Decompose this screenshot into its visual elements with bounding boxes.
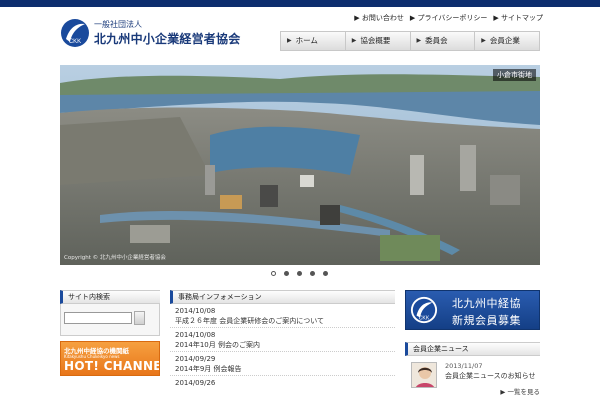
hero-caption: 小倉市街地 [493, 69, 536, 81]
news-section: 事務局インフォメーション 2014/10/08 平成２６年度 会員企業研修会のご… [170, 290, 395, 388]
utility-link-sitemap[interactable]: ▶ サイトマップ [493, 13, 543, 23]
banner-line3: HOT! CHANNEL [64, 359, 160, 373]
slide-dot-4[interactable] [310, 271, 315, 276]
nav-item-members[interactable]: ▶ 会員企業 [474, 31, 540, 51]
news-title[interactable]: 2014年10月 例会のご案内 [170, 340, 395, 352]
news-date: 2014/10/08 [175, 307, 216, 315]
news-heading: 事務局インフォメーション [170, 290, 395, 304]
utility-links: ▶ お問い合わせ ▶ プライバシーポリシー ▶ サイトマップ [354, 13, 543, 23]
logo-subtitle: 一般社団法人 [94, 20, 142, 29]
news-date: 2014/10/08 [175, 331, 216, 339]
nav-item-home[interactable]: ▶ ホーム [280, 31, 345, 51]
member-news-more-link[interactable]: ▶ 一覧を見る [500, 386, 540, 396]
logo-mark-text: CKK [69, 39, 81, 45]
person-photo-icon [412, 363, 436, 387]
search-heading: サイト内検索 [60, 290, 160, 304]
search-button[interactable] [134, 311, 145, 325]
list-item[interactable]: 2014/09/29 2014年9月 例会報告 [170, 354, 395, 376]
news-title[interactable]: 平成２６年度 会員企業研修会のご案内について [170, 316, 395, 328]
recruit-line1: 北九州中経協 [452, 297, 521, 310]
recruit-line2: 新規会員募集 [452, 314, 521, 327]
logo-title: 北九州中小企業経営者協会 [94, 32, 241, 46]
news-date: 2014/09/29 [175, 355, 216, 363]
top-accent-bar [0, 0, 600, 7]
arrow-right-icon: ▶ [351, 37, 357, 44]
utility-link-contact[interactable]: ▶ お問い合わせ [354, 13, 404, 23]
arrow-right-icon: ▶ [416, 37, 422, 44]
slideshow-pager [271, 271, 328, 276]
ckk-logo-icon: CKK [410, 296, 438, 324]
list-item[interactable]: 2014/09/26 [170, 378, 395, 388]
member-news-item[interactable]: 2013/11/07 会員企業ニュースのお知らせ ▶ 一覧を見る [405, 356, 540, 396]
arrow-right-icon: ▶ [481, 37, 486, 44]
slide-dot-3[interactable] [297, 271, 302, 276]
global-nav: ▶ ホーム ▶ 協会概要 ▶ 委員会 ▶ 会員企業 [280, 31, 540, 51]
right-sidebar: CKK 北九州中経協 新規会員募集 会員企業ニュース 2013/11/07 会員… [405, 290, 540, 396]
member-news-date: 2013/11/07 [445, 362, 483, 370]
member-news-title[interactable]: 会員企業ニュースのお知らせ [445, 371, 536, 381]
hot-channel-banner[interactable]: 北九州中経協の機関紙 Kitakyushu Chukeikyo news HOT… [60, 341, 160, 376]
search-input[interactable] [64, 312, 132, 324]
site-logo[interactable]: CKK 一般社団法人 北九州中小企業経営者協会 [60, 18, 240, 48]
slide-dot-2[interactable] [284, 271, 289, 276]
ckk-logo-icon: CKK [61, 19, 89, 47]
nav-item-about[interactable]: ▶ 協会概要 [344, 31, 410, 51]
search-box [60, 304, 160, 336]
news-date: 2014/09/26 [175, 379, 216, 387]
list-item[interactable]: 2014/10/08 平成２６年度 会員企業研修会のご案内について [170, 306, 395, 328]
news-title[interactable]: 2014年9月 例会報告 [170, 364, 395, 376]
arrow-right-icon: ▶ [287, 37, 292, 44]
recruit-mark-text: CKK [419, 315, 430, 321]
hero-aerial-city-image [60, 65, 540, 265]
list-item[interactable]: 2014/10/08 2014年10月 例会のご案内 [170, 330, 395, 352]
hero-copyright: Copyright © 北九州中小企業経営者協会 [64, 255, 166, 261]
recruit-banner[interactable]: CKK 北九州中経協 新規会員募集 [405, 290, 540, 330]
member-photo [411, 362, 437, 388]
member-news-heading: 会員企業ニュース [405, 342, 540, 356]
utility-link-privacy[interactable]: ▶ プライバシーポリシー [410, 13, 487, 23]
nav-item-committee[interactable]: ▶ 委員会 [409, 31, 475, 51]
hero-slideshow[interactable]: 小倉市街地 Copyright © 北九州中小企業経営者協会 [60, 65, 540, 265]
slide-dot-1[interactable] [271, 271, 276, 276]
left-sidebar: サイト内検索 北九州中経協の機関紙 Kitakyushu Chukeikyo n… [60, 290, 160, 376]
slide-dot-5[interactable] [323, 271, 328, 276]
